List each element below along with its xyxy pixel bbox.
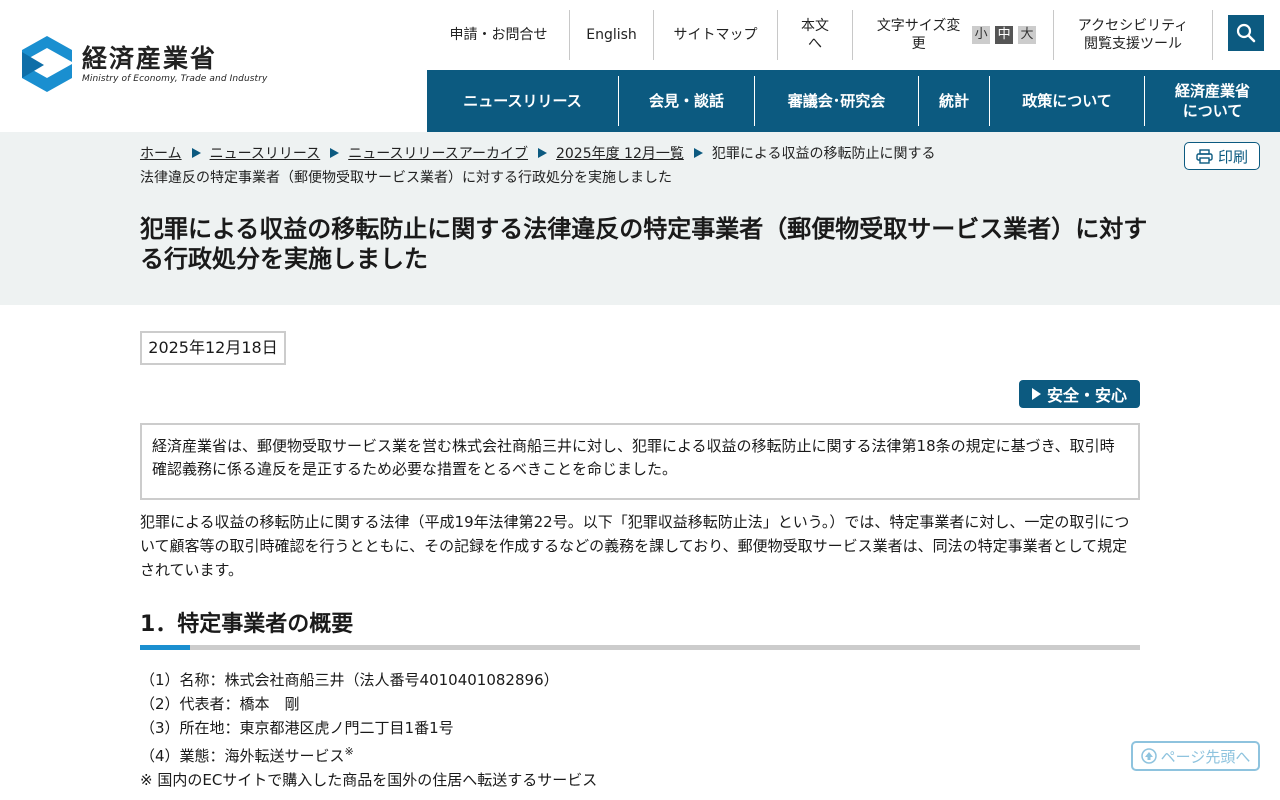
print-label: 印刷 — [1217, 147, 1248, 166]
arrow-up-circle-icon — [1140, 748, 1157, 764]
nav-news-release[interactable]: ニュースリリース — [427, 76, 619, 126]
english-link[interactable]: English — [570, 10, 654, 60]
search-icon — [1236, 23, 1256, 43]
breadcrumb-arrow-icon — [191, 148, 201, 158]
list-item: （4）業態：海外転送サービス※ — [140, 745, 354, 765]
font-size-large-button[interactable]: 大 — [1018, 26, 1036, 44]
font-size-small-button[interactable]: 小 — [972, 26, 991, 44]
note-mark: ※ — [344, 745, 354, 758]
play-arrow-icon — [1031, 388, 1041, 400]
accessibility-tool-link[interactable]: アクセシビリティ 閲覧支援ツール — [1054, 10, 1213, 60]
release-date: 2025年12月18日 — [140, 331, 286, 365]
breadcrumb: ホーム ニュースリリース ニュースリリースアーカイブ 2025年度 12月一覧 犯罪によ… — [140, 142, 940, 190]
font-size-label: 文字サイズ変更 — [876, 18, 961, 52]
nav-statistics[interactable]: 統計 — [919, 76, 990, 126]
list-item: （3）所在地：東京都港区虎ノ門二丁目1番1号 — [140, 719, 454, 737]
nav-councils[interactable]: 審議会･研究会 — [755, 76, 919, 126]
font-size-control: 文字サイズ変更 小 中 大 — [853, 10, 1054, 60]
nav-policy[interactable]: 政策について — [990, 76, 1145, 126]
breadcrumb-arrow-icon — [330, 148, 340, 158]
printer-icon — [1196, 148, 1213, 164]
breadcrumb-archive[interactable]: ニュースリリースアーカイブ — [348, 146, 528, 162]
body-paragraph: 犯罪による収益の移転防止に関する法律（平成19年法律第22号。以下「犯罪収益移転… — [140, 513, 1130, 579]
breadcrumb-arrow-icon — [693, 148, 703, 158]
section-heading-text: 1．特定事業者の概要 — [140, 612, 354, 637]
site-logo[interactable]: 経済産業省 Ministry of Economy, Trade and Ind… — [20, 34, 267, 96]
meti-logo-icon — [22, 36, 72, 92]
list-note: ※ 国内のECサイトで購入した商品を国外の住居へ転送するサービス — [140, 771, 598, 789]
search-button[interactable] — [1228, 15, 1264, 51]
breadcrumb-arrow-icon — [537, 148, 547, 158]
font-size-medium-button[interactable]: 中 — [995, 26, 1014, 44]
back-to-top-button[interactable]: ページ先頭へ — [1131, 741, 1260, 771]
list-item: （2）代表者：橋本 剛 — [140, 695, 300, 713]
back-to-top-label: ページ先頭へ — [1160, 747, 1251, 766]
logo-text-ja: 経済産業省 — [82, 44, 218, 73]
print-button[interactable]: 印刷 — [1184, 142, 1260, 170]
breadcrumb-december-list[interactable]: 2025年度 12月一覧 — [556, 146, 684, 162]
heading-accent-bar — [140, 645, 190, 650]
list-item: （1）名称：株式会社商船三井（法人番号4010401082896） — [140, 671, 559, 689]
summary-box: 経済産業省は、郵便物受取サービス業を営む株式会社商船三井に対し、犯罪による収益の… — [140, 423, 1140, 500]
utility-nav: 申請・お問合せ English サイトマップ 本文へ 文字サイズ変更 小 中 大… — [428, 10, 1213, 60]
nav-press-conference[interactable]: 会見・談話 — [619, 76, 755, 126]
breadcrumb-home[interactable]: ホーム — [140, 146, 182, 162]
breadcrumb-news-release[interactable]: ニュースリリース — [210, 146, 321, 162]
page-title: 犯罪による収益の移転防止に関する法律違反の特定事業者（郵便物受取サービス業者）に… — [140, 215, 1148, 273]
global-nav: ニュースリリース 会見・談話 審議会･研究会 統計 政策について 経済産業省 に… — [427, 70, 1280, 132]
business-overview-list: （1）名称：株式会社商船三井（法人番号4010401082896） （2）代表者… — [140, 668, 1140, 792]
nav-about-meti[interactable]: 経済産業省 について — [1145, 76, 1280, 126]
category-tag-label: 安全・安心 — [1046, 386, 1127, 405]
sitemap-link[interactable]: サイトマップ — [654, 10, 778, 60]
site-header: 経済産業省 Ministry of Economy, Trade and Ind… — [0, 0, 1280, 132]
logo-text-en: Ministry of Economy, Trade and Industry — [82, 74, 268, 84]
section-heading: 1．特定事業者の概要 — [140, 610, 1140, 650]
skip-to-main-link[interactable]: 本文へ — [778, 10, 853, 60]
category-tag[interactable]: 安全・安心 — [1019, 380, 1140, 408]
contact-link[interactable]: 申請・お問合せ — [428, 10, 570, 60]
